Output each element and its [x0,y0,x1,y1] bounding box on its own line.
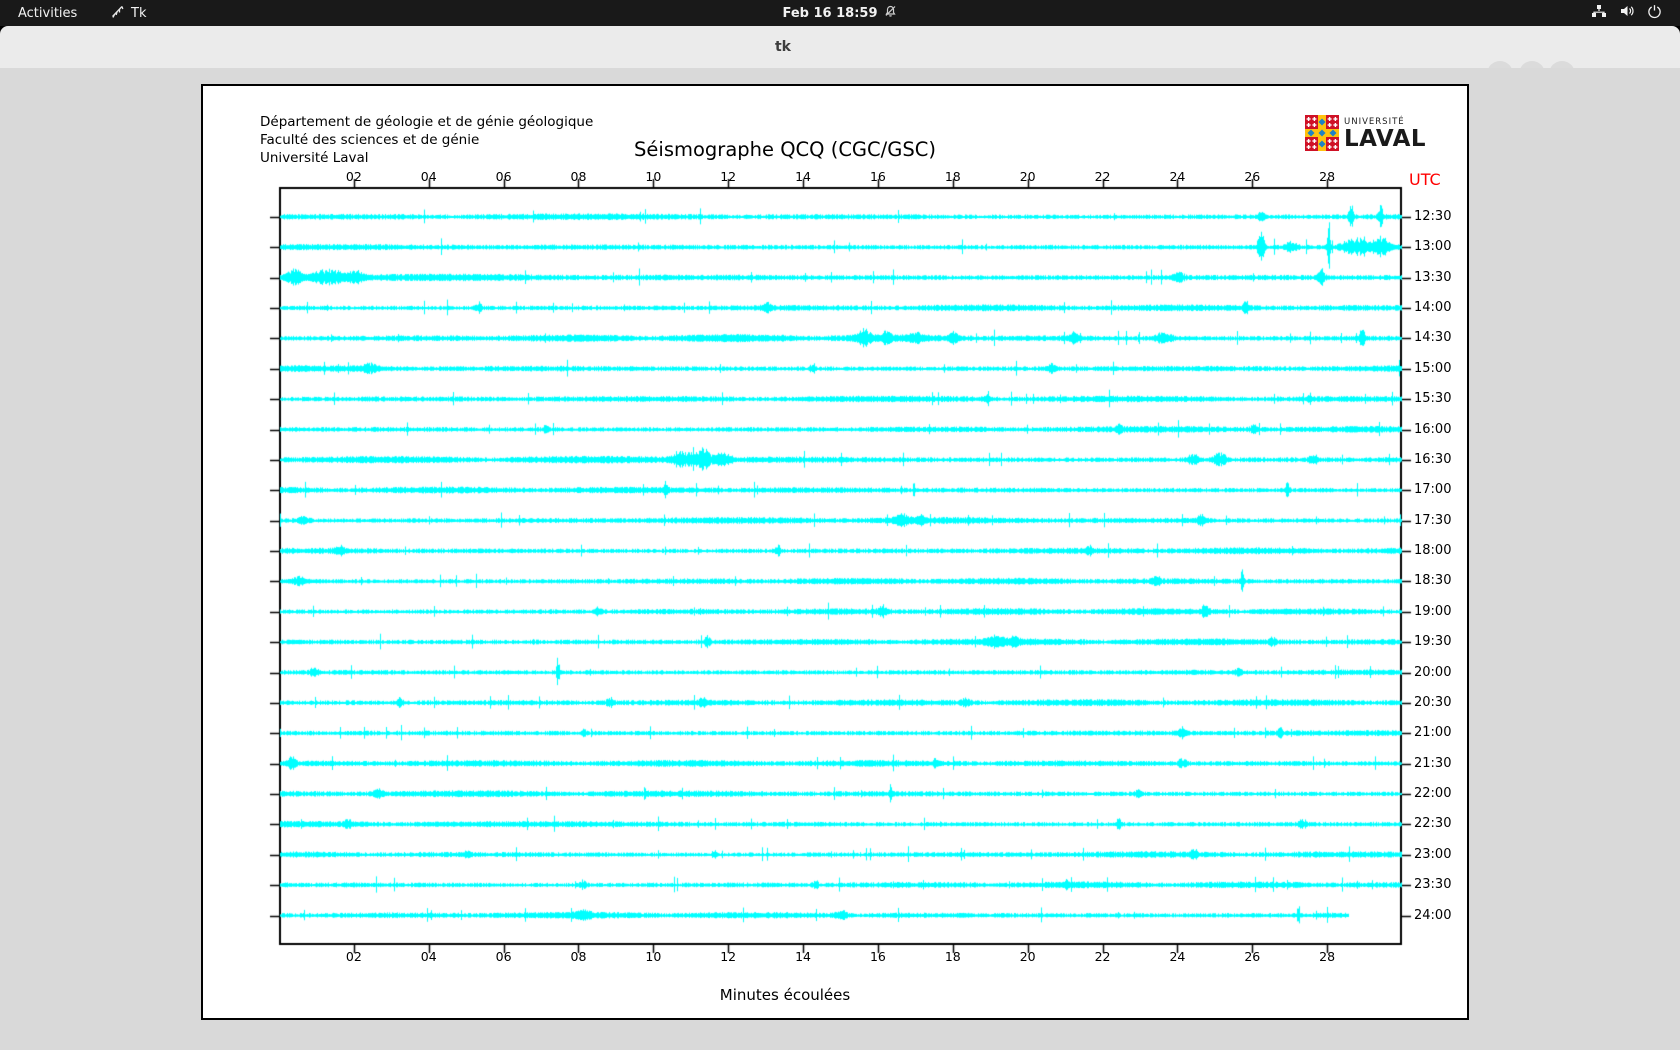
x-tick-label-top: 28 [1319,169,1336,184]
seismogram-plot [203,86,1467,1018]
activities-label: Activities [18,5,78,21]
x-tick-label-bottom: 06 [495,949,512,964]
row-time-label: 16:30 [1414,451,1452,467]
institution-line-2: Faculté des sciences et de génie [260,132,480,148]
app-name-label: Tk [131,5,147,21]
row-time-label: 18:30 [1414,573,1452,589]
x-tick-label-top: 16 [869,169,886,184]
x-tick-label-bottom: 28 [1319,949,1336,964]
row-time-label: 15:00 [1414,360,1452,376]
seismograph-canvas: Département de géologie et de génie géol… [201,84,1469,1020]
plot-title: Séismographe QCQ (CGC/GSC) [634,138,936,161]
activities-button[interactable]: Activities [8,0,87,26]
x-tick-label-top: 10 [645,169,662,184]
row-time-label: 17:00 [1414,482,1452,498]
row-time-label: 13:30 [1414,269,1452,285]
row-time-label: 14:30 [1414,330,1452,346]
x-tick-label-top: 08 [570,169,587,184]
utc-axis-label: UTC [1409,170,1441,189]
x-tick-label-top: 26 [1244,169,1261,184]
row-time-label: 20:00 [1414,664,1452,680]
row-time-label: 23:30 [1414,877,1452,893]
row-time-label: 20:30 [1414,694,1452,710]
x-tick-label-bottom: 22 [1094,949,1111,964]
x-tick-label-bottom: 24 [1169,949,1186,964]
row-time-label: 22:00 [1414,786,1452,802]
x-tick-label-top: 24 [1169,169,1186,184]
x-tick-label-top: 18 [944,169,961,184]
x-tick-label-top: 04 [420,169,437,184]
x-tick-label-bottom: 12 [720,949,737,964]
x-tick-label-bottom: 14 [795,949,812,964]
x-tick-label-top: 14 [795,169,812,184]
x-tick-label-bottom: 04 [420,949,437,964]
window-content: Département de géologie et de génie géol… [0,68,1680,1050]
tk-feather-icon [110,4,125,23]
clock-label: Feb 16 18:59 [782,5,878,21]
focused-app-menu[interactable]: Tk [100,0,156,26]
x-tick-label-top: 02 [345,169,362,184]
row-time-label: 24:00 [1414,907,1452,923]
x-tick-label-bottom: 26 [1244,949,1261,964]
notifications-disabled-icon [884,4,898,22]
x-tick-label-bottom: 16 [869,949,886,964]
x-axis-label: Minutes écoulées [719,986,851,1004]
row-time-label: 21:00 [1414,725,1452,741]
network-icon [1591,3,1607,23]
x-tick-label-top: 12 [720,169,737,184]
desktop: Activities Tk Feb 16 18:59 tk Départemen… [0,0,1680,1050]
row-time-label: 23:00 [1414,846,1452,862]
institution-header: Département de géologie et de génie géol… [260,113,593,167]
clock-menu[interactable]: Feb 16 18:59 [773,0,908,26]
row-time-label: 12:30 [1414,209,1452,224]
volume-icon [1619,3,1635,23]
row-time-label: 19:30 [1414,634,1452,650]
row-time-label: 22:30 [1414,816,1452,832]
laval-crest-icon [1305,115,1339,155]
x-tick-label-bottom: 08 [570,949,587,964]
row-time-label: 21:30 [1414,755,1452,771]
row-time-label: 13:00 [1414,239,1452,255]
row-time-label: 15:30 [1414,391,1452,407]
institution-line-1: Département de géologie et de génie géol… [260,114,594,130]
universite-laval-logo: UNIVERSITÉ LAVAL [1305,115,1426,155]
x-tick-label-top: 06 [495,169,512,184]
row-time-label: 19:00 [1414,603,1452,619]
window-titlebar[interactable]: tk [0,26,1680,87]
logo-laval-label: LAVAL [1344,126,1427,152]
row-time-label: 18:00 [1414,543,1452,559]
x-tick-label-top: 22 [1094,169,1111,184]
gnome-top-bar: Activities Tk Feb 16 18:59 [0,0,1680,26]
x-tick-label-bottom: 20 [1019,949,1036,964]
x-tick-label-bottom: 02 [345,949,362,964]
row-time-label: 17:30 [1414,512,1452,528]
system-status-area[interactable] [1583,0,1670,26]
power-icon [1647,4,1662,23]
row-time-label: 14:00 [1414,300,1452,316]
x-tick-label-top: 20 [1019,169,1036,184]
row-time-label: 16:00 [1414,421,1452,437]
window-title: tk [774,39,792,55]
x-tick-label-bottom: 10 [645,949,662,964]
laval-logo-text: UNIVERSITÉ LAVAL [1344,115,1426,155]
institution-line-3: Université Laval [260,150,369,166]
x-tick-label-bottom: 18 [944,949,961,964]
